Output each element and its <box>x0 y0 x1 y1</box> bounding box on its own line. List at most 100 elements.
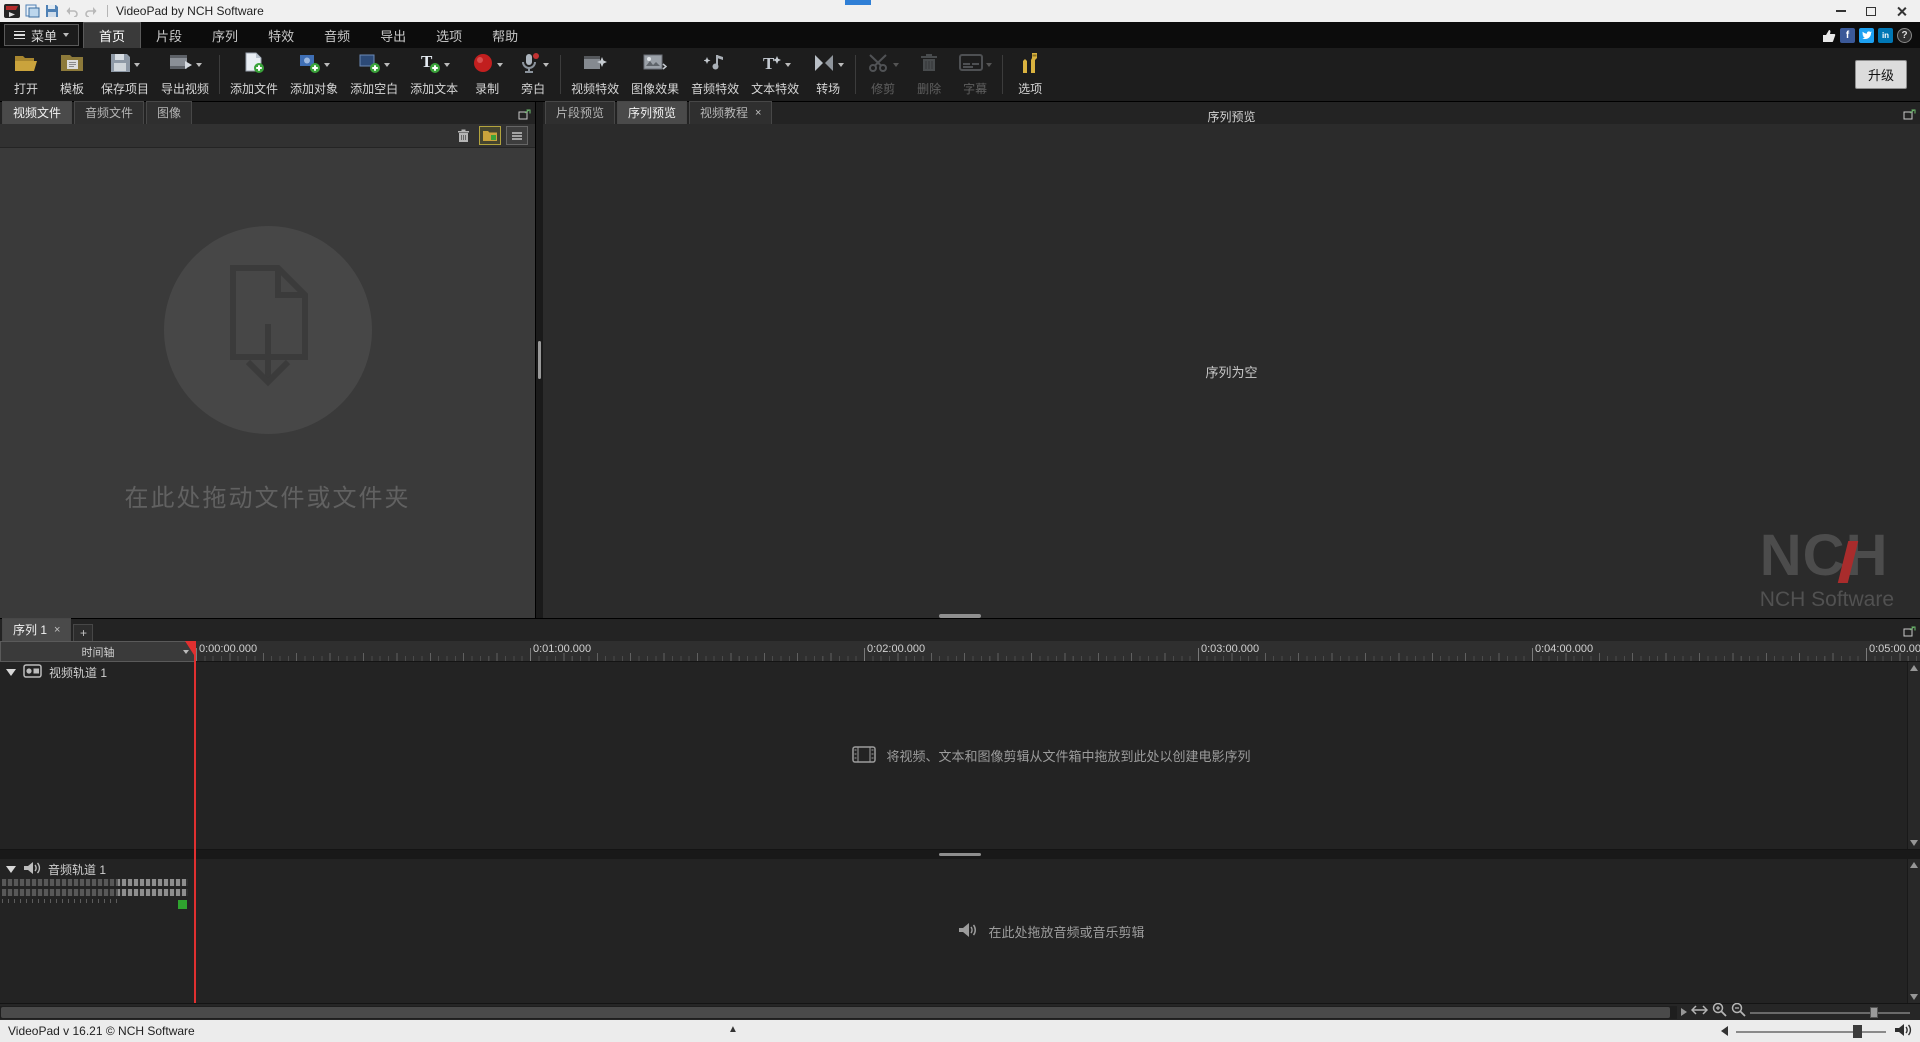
zoom-in-icon[interactable] <box>1712 1002 1727 1022</box>
meter-peak-indicator <box>178 900 187 909</box>
h-scroll-thumb[interactable] <box>1 1007 1670 1018</box>
add-file-button[interactable]: 添加文件 <box>224 48 284 101</box>
options-tools-icon <box>1019 52 1041 77</box>
volume-slider[interactable] <box>1736 1025 1886 1038</box>
subtitles-button[interactable]: 字幕 <box>952 48 998 101</box>
delete-button[interactable]: 删除 <box>906 48 952 101</box>
preview-tab-clip[interactable]: 片段预览 <box>545 101 615 124</box>
titlebar-artifact <box>845 0 871 5</box>
menu-tab-help[interactable]: 帮助 <box>477 22 533 48</box>
linkedin-icon[interactable]: in <box>1878 28 1893 43</box>
maximize-button[interactable] <box>1856 0 1886 22</box>
add-object-button[interactable]: 添加对象 <box>284 48 344 101</box>
preview-tab-tutorial[interactable]: 视频教程 × <box>689 101 772 124</box>
menu-tab-export[interactable]: 导出 <box>365 22 421 48</box>
options-button[interactable]: 选项 <box>1007 48 1053 101</box>
zoom-out-icon[interactable] <box>1731 1002 1746 1022</box>
titlebar-tool-icon-2[interactable] <box>45 4 59 18</box>
playhead[interactable] <box>194 641 196 1003</box>
twitter-icon[interactable] <box>1859 28 1874 43</box>
minimize-button[interactable] <box>1826 0 1856 22</box>
text-effects-button[interactable]: T 文本特效 <box>745 48 805 101</box>
close-button[interactable] <box>1886 0 1916 22</box>
meter-bar-right <box>2 889 188 896</box>
scroll-right-icon[interactable] <box>1681 1008 1687 1016</box>
facebook-icon[interactable]: f <box>1840 28 1855 43</box>
horizontal-splitter-handle[interactable] <box>939 614 981 618</box>
timeline-ruler[interactable]: 0:00:00.000 0:01:00.000 0:02:00.000 0:03… <box>196 641 1920 662</box>
save-project-button[interactable]: 保存项目 <box>95 48 155 101</box>
app-icon[interactable] <box>4 4 20 18</box>
titlebar-separator <box>107 5 108 17</box>
bin-drop-area[interactable]: 在此处拖动文件或文件夹 <box>0 134 535 604</box>
speaker-icon[interactable] <box>1894 1023 1912 1040</box>
collapse-track-icon[interactable] <box>6 866 16 873</box>
detach-panel-icon[interactable] <box>1903 624 1916 642</box>
menu-tab-home[interactable]: 首页 <box>83 22 141 48</box>
dropdown-caret-icon <box>63 33 69 37</box>
scroll-down-icon[interactable] <box>1910 840 1918 846</box>
detach-panel-icon[interactable] <box>1903 107 1916 125</box>
redo-icon[interactable] <box>84 5 99 17</box>
preview-screen[interactable]: 序列为空 NCH NCH Software <box>543 124 1920 618</box>
timeline-zoom-slider[interactable] <box>1750 1006 1910 1019</box>
add-text-button[interactable]: T 添加文本 <box>404 48 464 101</box>
template-button[interactable]: 模板 <box>49 48 95 101</box>
audio-effects-button[interactable]: 音频特效 <box>685 48 745 101</box>
statusbar: VideoPad v 16.21 © NCH Software ▲ <box>0 1020 1920 1042</box>
menu-tab-clip[interactable]: 片段 <box>141 22 197 48</box>
window-controls <box>1826 0 1916 22</box>
scroll-down-icon[interactable] <box>1910 994 1918 1000</box>
video-track-lane[interactable]: 视频轨道 1 将视频、文本和图像剪辑从文件箱中拖放到此处以创建电影序列 <box>0 662 1920 850</box>
statusbar-expand-icon[interactable]: ▲ <box>728 1024 738 1035</box>
bin-tab-audio-files[interactable]: 音频文件 <box>74 101 144 124</box>
timeline-mode-button[interactable]: 时间轴 <box>0 641 196 662</box>
bin-drop-hint: 在此处拖动文件或文件夹 <box>125 478 411 513</box>
titlebar-tool-icon-1[interactable] <box>25 4 40 18</box>
nch-watermark: NCH NCH Software <box>1760 527 1894 610</box>
help-icon[interactable]: ? <box>1897 28 1912 43</box>
detach-panel-icon[interactable] <box>518 107 531 125</box>
bin-tab-bar: 视频文件 音频文件 图像 <box>0 102 535 124</box>
audio-track-lane[interactable]: 音频轨道 1 在此处拖放音频或音乐剪辑 <box>0 859 1920 1003</box>
menu-tab-options[interactable]: 选项 <box>421 22 477 48</box>
record-button[interactable]: 录制 <box>464 48 510 101</box>
menu-tab-audio[interactable]: 音频 <box>309 22 365 48</box>
open-button[interactable]: 打开 <box>3 48 49 101</box>
collapse-track-icon[interactable] <box>6 669 16 676</box>
h-scroll-track[interactable] <box>0 1006 1677 1019</box>
scroll-up-icon[interactable] <box>1910 862 1918 868</box>
vertical-splitter[interactable] <box>536 102 543 618</box>
main-menu-button[interactable]: 菜单 <box>4 24 79 46</box>
bin-tab-video-files[interactable]: 视频文件 <box>2 101 72 124</box>
add-blank-button[interactable]: 添加空白 <box>344 48 404 101</box>
like-icon[interactable] <box>1821 28 1836 43</box>
track-splitter[interactable] <box>0 850 1920 859</box>
transitions-button[interactable]: 转场 <box>805 48 851 101</box>
export-video-button[interactable]: 导出视频 <box>155 48 215 101</box>
add-sequence-button[interactable]: + <box>73 624 93 641</box>
zoom-slider-thumb[interactable] <box>1870 1007 1878 1018</box>
timeline-horizontal-scrollbar <box>0 1003 1920 1020</box>
scroll-up-icon[interactable] <box>1910 665 1918 671</box>
upgrade-button[interactable]: 升级 <box>1855 60 1907 89</box>
volume-slider-thumb[interactable] <box>1853 1025 1862 1038</box>
preview-tab-sequence[interactable]: 序列预览 <box>617 101 687 124</box>
audio-track-scrollbar[interactable] <box>1907 859 1920 1003</box>
dropdown-caret-icon <box>196 63 202 67</box>
menu-tab-sequence[interactable]: 序列 <box>197 22 253 48</box>
video-effects-button[interactable]: 视频特效 <box>565 48 625 101</box>
sequence-tab[interactable]: 序列 1 × <box>2 618 71 641</box>
menu-tab-effects[interactable]: 特效 <box>253 22 309 48</box>
bin-tab-images[interactable]: 图像 <box>146 101 192 124</box>
undo-icon[interactable] <box>64 5 79 17</box>
fit-to-window-icon[interactable] <box>1691 1003 1708 1021</box>
video-track-scrollbar[interactable] <box>1907 662 1920 849</box>
time-mark: 0:00:00.000 <box>199 643 257 655</box>
image-effects-button[interactable]: 图像效果 <box>625 48 685 101</box>
narration-button[interactable]: 旁白 <box>510 48 556 101</box>
tab-close-icon[interactable]: × <box>755 107 761 119</box>
volume-left-icon[interactable] <box>1721 1026 1728 1036</box>
tab-close-icon[interactable]: × <box>54 624 60 636</box>
trim-button[interactable]: 修剪 <box>860 48 906 101</box>
